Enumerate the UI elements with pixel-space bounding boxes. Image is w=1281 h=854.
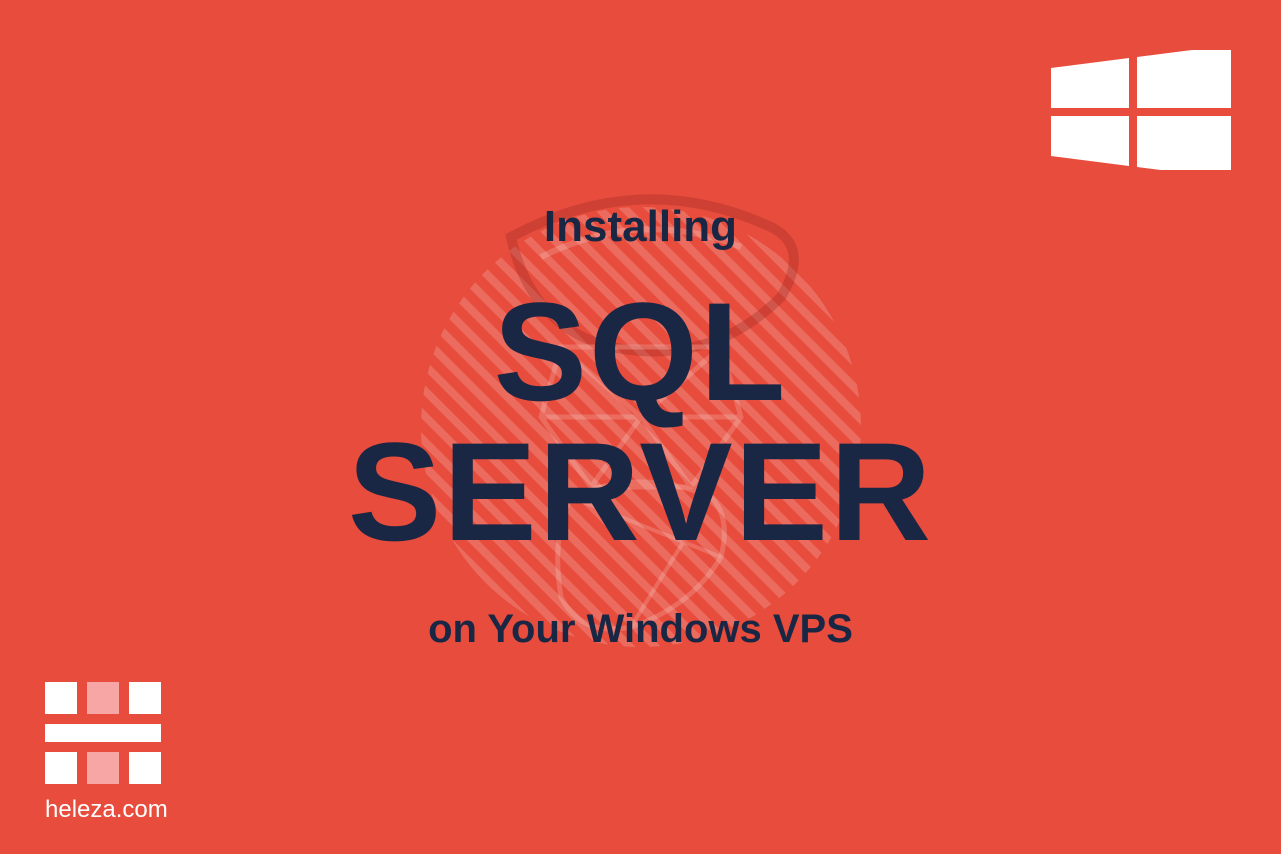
heleza-square [45,682,77,714]
title-main-text: SQL SERVER [348,282,933,562]
heleza-logo-grid [45,682,168,784]
heleza-square-pink [87,682,119,714]
heleza-url-text: heleza.com [45,796,168,824]
heleza-square [45,752,77,784]
title-top-text: Installing [544,202,737,252]
heleza-row-2 [45,724,168,742]
title-main-line1: SQL [348,282,933,422]
heleza-row-3 [45,752,168,784]
title-main-line2: SERVER [348,422,933,562]
heleza-logo: heleza.com [45,682,168,824]
text-content: Installing SQL SERVER on Your Windows VP… [348,202,933,652]
heleza-row-1 [45,682,168,714]
main-content: Installing SQL SERVER on Your Windows VP… [0,0,1281,854]
heleza-square-pink [87,752,119,784]
heleza-bar [45,724,161,742]
heleza-square [129,682,161,714]
heleza-square [129,752,161,784]
title-bottom-text: on Your Windows VPS [428,607,853,652]
